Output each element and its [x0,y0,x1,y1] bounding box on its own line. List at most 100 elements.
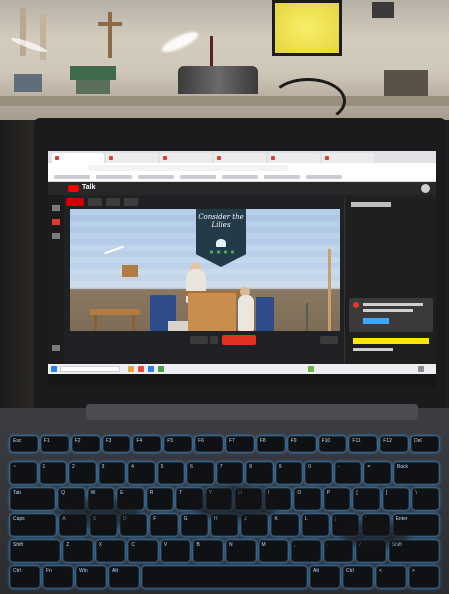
key-label: 8 [249,464,253,470]
end-stream-button[interactable] [222,335,256,345]
browser-tab[interactable] [106,153,158,163]
keyboard-key[interactable]: F7 [226,436,254,452]
keyboard-key[interactable]: F6 [195,436,223,452]
keyboard-key[interactable]: Caps [10,514,57,536]
keyboard-key[interactable]: F11 [349,436,378,452]
chat-link[interactable] [363,318,389,324]
feedback-icon[interactable] [52,345,60,351]
keyboard-key[interactable]: Esc [10,436,38,452]
stream-icon[interactable] [52,205,60,211]
keyboard-key[interactable]: Alt [109,566,139,588]
edit-button[interactable] [320,336,338,344]
keyboard-key[interactable]: 9 [275,462,303,484]
keyboard-key[interactable]: F10 [318,436,347,452]
keyboard-key[interactable]: [ [353,488,380,510]
keyboard-key[interactable]: F1 [40,436,69,452]
keyboard-key[interactable]: ] [382,488,410,510]
keyboard-key[interactable]: 3 [98,462,126,484]
keyboard-key[interactable]: < [376,566,406,588]
keyboard-key[interactable]: F8 [256,436,285,452]
keyboard-key[interactable]: L [301,514,329,536]
keyboard-key[interactable]: Ctrl [10,566,40,588]
keyboard-key[interactable]: - [334,462,362,484]
browser-tab[interactable] [160,153,212,163]
edge-icon[interactable] [148,366,154,372]
bookmark[interactable] [180,175,216,179]
key-label: F1 [43,438,50,444]
keyboard-key[interactable]: ~ [10,462,37,484]
browser-tab[interactable] [214,153,266,163]
seated-person [238,295,254,331]
keyboard-key[interactable]: N [226,540,256,562]
keyboard-key[interactable]: 0 [305,462,332,484]
bookmark[interactable] [264,175,300,179]
keyboard-key[interactable]: Shift [10,540,61,562]
keyboard-key[interactable]: X [95,540,126,562]
keyboard-key[interactable]: , [291,540,321,562]
keyboard-key[interactable]: V [160,540,191,562]
keyboard-key[interactable]: Ctrl [343,566,373,588]
key-label: Z [66,542,70,548]
keyboard-key[interactable]: \ [412,488,439,510]
keyboard-key[interactable]: 8 [246,462,273,484]
bookmark[interactable] [96,175,132,179]
mic-button[interactable] [190,336,208,344]
keyboard-key[interactable]: R [146,488,174,510]
chrome-icon[interactable] [138,366,144,372]
keyboard-key[interactable]: Alt [310,566,340,588]
live-icon[interactable] [52,219,60,225]
keyboard-key[interactable]: B [193,540,223,562]
keyboard-key[interactable]: P [323,488,351,510]
bookmark[interactable] [306,175,342,179]
keyboard-key[interactable]: F2 [71,436,100,452]
keyboard-key[interactable]: 2 [69,462,96,484]
keyboard-key[interactable]: Back [393,462,439,484]
keyboard-key[interactable]: F5 [164,436,193,452]
keyboard-key[interactable]: Z [63,540,93,562]
keyboard-key[interactable]: Fn [43,566,73,588]
stream-button[interactable] [88,198,102,206]
keyboard-key[interactable]: C [128,540,158,562]
keyboard-key[interactable]: = [364,462,391,484]
keyboard-key[interactable]: F12 [380,436,409,452]
keyboard-key[interactable]: F9 [287,436,316,452]
keyboard-key[interactable]: F4 [133,436,162,452]
browser-tab[interactable] [52,153,104,163]
bookmark[interactable] [222,175,258,179]
store-icon[interactable] [158,366,164,372]
keyboard-key[interactable]: > [409,566,439,588]
keyboard-key[interactable]: K [271,514,299,536]
bookmark[interactable] [138,175,174,179]
spacebar-key[interactable] [142,566,307,588]
key-label: F4 [136,438,143,444]
mic-stand [306,303,308,331]
keyboard-key[interactable]: Tab [10,488,56,510]
key-label: C [131,542,135,548]
share-button[interactable] [106,198,120,206]
bookmark[interactable] [54,175,90,179]
keyboard-key[interactable]: G [180,514,208,536]
camera-button[interactable] [210,336,218,344]
keyboard-key[interactable]: 6 [187,462,214,484]
keyboard-key[interactable]: Del [411,436,439,452]
keyboard-key[interactable]: 1 [39,462,67,484]
url-field[interactable] [88,165,288,171]
avatar[interactable] [421,184,430,193]
keyboard-key[interactable]: 7 [216,462,244,484]
keyboard-key[interactable]: F [150,514,178,536]
key-label: Q [61,490,65,496]
keyboard-key[interactable]: 5 [157,462,185,484]
keyboard-key[interactable]: M [258,540,289,562]
settings-button[interactable] [124,198,138,206]
keyboard-key[interactable]: Win [76,566,106,588]
taskbar-search-input[interactable] [60,366,120,372]
keyboard-key[interactable]: O [294,488,321,510]
calendar-icon[interactable] [52,233,60,239]
browser-tab[interactable] [268,153,320,163]
keyboard-key[interactable]: 4 [128,462,155,484]
browser-tab[interactable] [322,153,374,163]
file-explorer-icon[interactable] [128,366,134,372]
key-label: B [196,542,200,548]
windows-start-icon[interactable] [51,366,57,372]
keyboard-key[interactable]: F3 [102,436,131,452]
